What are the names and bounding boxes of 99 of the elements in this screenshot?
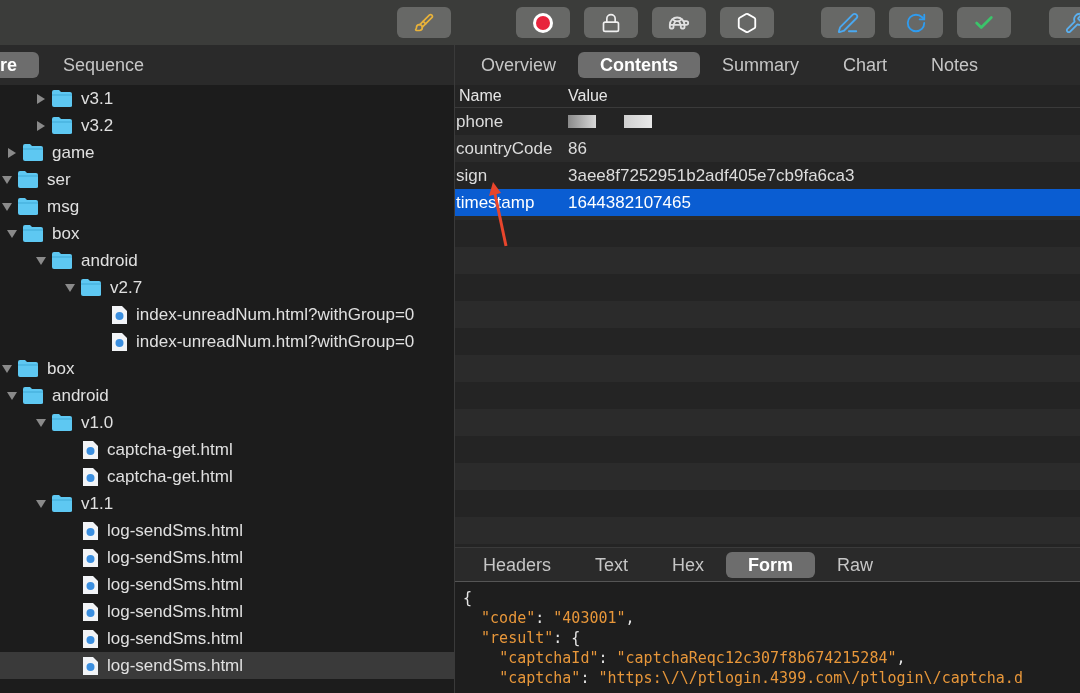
folder-icon bbox=[51, 494, 73, 513]
tree-item[interactable]: android bbox=[0, 247, 454, 274]
tree-item[interactable]: log-sendSms.html bbox=[0, 652, 454, 679]
tab[interactable]: Form bbox=[726, 551, 816, 578]
tree-item[interactable]: log-sendSms.html bbox=[0, 598, 454, 625]
tree-item-label: v1.0 bbox=[81, 411, 114, 434]
hexagon-button[interactable] bbox=[720, 7, 774, 38]
tab[interactable]: Text bbox=[573, 551, 651, 578]
tree-item-label: v2.7 bbox=[110, 276, 143, 299]
tab[interactable]: Contents bbox=[578, 52, 700, 78]
tab[interactable]: Summary bbox=[700, 52, 822, 78]
tree-item-label: android bbox=[52, 384, 109, 407]
folder-icon bbox=[80, 278, 102, 297]
check-button[interactable] bbox=[957, 7, 1011, 38]
folder-icon bbox=[51, 89, 73, 108]
tree-item[interactable]: index-unreadNum.html?withGroup=0 bbox=[0, 328, 454, 355]
folder-icon bbox=[17, 197, 39, 216]
tree-item[interactable]: log-sendSms.html bbox=[0, 571, 454, 598]
pen-icon bbox=[837, 11, 859, 34]
folder-icon bbox=[17, 170, 39, 189]
tab[interactable]: Hex bbox=[650, 551, 727, 578]
tree-item-label: log-sendSms.html bbox=[107, 546, 244, 569]
tree-item-label: log-sendSms.html bbox=[107, 573, 244, 596]
tree-item-label: box bbox=[47, 357, 75, 380]
file-icon bbox=[82, 574, 99, 595]
hexagon-icon bbox=[736, 11, 758, 34]
file-icon bbox=[82, 628, 99, 649]
tree-item[interactable]: log-sendSms.html bbox=[0, 544, 454, 571]
tree-item[interactable]: captcha-get.html bbox=[0, 436, 454, 463]
lock-button[interactable] bbox=[584, 7, 638, 38]
tree-item[interactable]: box bbox=[0, 220, 454, 247]
column-header[interactable]: Value bbox=[568, 84, 608, 108]
tree-item-label: index-unreadNum.html?withGroup=0 bbox=[136, 330, 415, 353]
column-header[interactable]: Name bbox=[455, 84, 568, 108]
tree-item-label: v3.2 bbox=[81, 114, 114, 137]
file-icon bbox=[82, 601, 99, 622]
tab[interactable]: Sequence bbox=[41, 52, 167, 78]
tree-item-label: game bbox=[52, 141, 95, 164]
tree-item[interactable]: captcha-get.html bbox=[0, 463, 454, 490]
table-cell-text: phone bbox=[455, 110, 505, 133]
tree-item[interactable]: v2.7 bbox=[0, 274, 454, 301]
tree-item-label: index-unreadNum.html?withGroup=0 bbox=[136, 303, 415, 326]
file-icon bbox=[111, 304, 128, 325]
file-icon bbox=[82, 466, 99, 487]
file-icon bbox=[82, 439, 99, 460]
tab[interactable]: Notes bbox=[909, 52, 1001, 78]
tree-item[interactable]: log-sendSms.html bbox=[0, 625, 454, 652]
tree-item[interactable]: log-sendSms.html bbox=[0, 517, 454, 544]
tree-item-label: android bbox=[81, 249, 138, 272]
tree-item-label: log-sendSms.html bbox=[107, 654, 244, 677]
folder-icon bbox=[22, 386, 44, 405]
table-cell-text: 86 bbox=[568, 137, 587, 160]
tree-item[interactable]: v3.1 bbox=[0, 85, 454, 112]
folder-icon bbox=[51, 251, 73, 270]
tree-item[interactable]: v1.0 bbox=[0, 409, 454, 436]
tab[interactable]: Raw bbox=[815, 551, 896, 578]
table-cell-text: countryCode bbox=[455, 137, 554, 160]
turtle-button[interactable] bbox=[652, 7, 706, 38]
file-icon bbox=[111, 331, 128, 352]
tree-item[interactable]: index-unreadNum.html?withGroup=0 bbox=[0, 301, 454, 328]
tree-item[interactable]: msg bbox=[0, 193, 454, 220]
folder-icon bbox=[51, 413, 73, 432]
tree-item[interactable]: v3.2 bbox=[0, 112, 454, 139]
wrench-icon bbox=[1065, 11, 1080, 34]
tree-item-label: msg bbox=[47, 195, 80, 218]
file-icon bbox=[82, 520, 99, 541]
folder-icon bbox=[22, 224, 44, 243]
tree-item[interactable]: v1.1 bbox=[0, 490, 454, 517]
tree-item[interactable]: game bbox=[0, 139, 454, 166]
table-cell-text: sign bbox=[455, 164, 489, 187]
lock-icon bbox=[601, 12, 621, 33]
table-cell-text: 1644382107465 bbox=[568, 191, 691, 214]
broom-button[interactable] bbox=[397, 7, 451, 38]
pen-button[interactable] bbox=[821, 7, 875, 38]
refresh-icon bbox=[905, 11, 927, 34]
tab[interactable]: re bbox=[0, 52, 39, 78]
tree-item[interactable]: ser bbox=[0, 166, 454, 193]
folder-icon bbox=[22, 143, 44, 162]
file-icon bbox=[82, 547, 99, 568]
table-cell-text: 3aee8f7252951b2adf405e7cb9fa6ca3 bbox=[568, 164, 855, 187]
tree-item-label: log-sendSms.html bbox=[107, 519, 244, 542]
tab[interactable]: Overview bbox=[459, 52, 578, 78]
folder-icon bbox=[17, 359, 39, 378]
tree-item-label: box bbox=[52, 222, 80, 245]
tree-item-label: log-sendSms.html bbox=[107, 600, 244, 623]
tree-item[interactable]: android bbox=[0, 382, 454, 409]
record-icon bbox=[532, 11, 554, 34]
tree-item-label: captcha-get.html bbox=[107, 438, 233, 461]
tree-item-label: captcha-get.html bbox=[107, 465, 233, 488]
tree-item-label: ser bbox=[47, 168, 71, 191]
tab[interactable]: Chart bbox=[821, 52, 910, 78]
tree-item-label: log-sendSms.html bbox=[107, 627, 244, 650]
tree-item-label: v3.1 bbox=[81, 87, 114, 110]
tree-item[interactable]: box bbox=[0, 355, 454, 382]
tab[interactable]: Headers bbox=[461, 551, 574, 578]
folder-icon bbox=[51, 116, 73, 135]
tree-item-label: v1.1 bbox=[81, 492, 114, 515]
record-button[interactable] bbox=[516, 7, 570, 38]
file-icon bbox=[82, 655, 99, 676]
